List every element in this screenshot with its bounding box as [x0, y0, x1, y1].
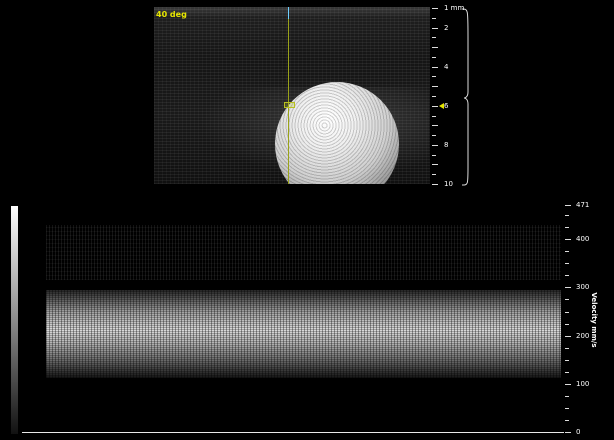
velocity-label: 200 [576, 331, 590, 340]
depth-tick [432, 37, 436, 39]
velocity-tick [565, 432, 571, 433]
depth-tick [432, 96, 436, 97]
depth-label: 1 mm [444, 4, 465, 12]
velocity-tick [565, 347, 569, 349]
velocity-label: 0 [576, 428, 581, 436]
depth-tick [432, 8, 438, 9]
velocity-tick [565, 419, 569, 421]
b-mode-image[interactable]: 40 deg [154, 7, 430, 184]
angle-label: 40 deg [156, 10, 187, 19]
spectrum-flow-band [46, 290, 561, 378]
depth-tick [432, 164, 438, 166]
velocity-tick [565, 335, 571, 337]
velocity-scale: 471 400 300 200 100 0 Velocity mm/s [565, 200, 614, 440]
velocity-tick [565, 239, 571, 241]
depth-tick [432, 86, 438, 88]
velocity-label: 100 [576, 379, 590, 388]
depth-tick [432, 17, 436, 19]
depth-tick [432, 56, 436, 58]
depth-tick [432, 47, 438, 49]
doppler-cursor-top [288, 7, 289, 19]
depth-tick [432, 27, 438, 29]
velocity-tick [565, 323, 569, 325]
depth-label: 2 [444, 23, 449, 32]
velocity-tick [565, 371, 569, 373]
velocity-tick [565, 215, 569, 217]
depth-label: 4 [444, 62, 449, 71]
spectrum-noise-band [46, 225, 561, 280]
velocity-tick [565, 275, 569, 277]
doppler-spectrogram [44, 210, 564, 432]
gray-map-bar [11, 206, 18, 434]
velocity-axis-title: Velocity mm/s [590, 292, 598, 348]
velocity-tick [565, 359, 569, 361]
depth-marker-icon[interactable] [439, 102, 444, 109]
doppler-cursor-line[interactable] [288, 7, 289, 184]
depth-bracket [461, 8, 469, 186]
depth-tick [432, 135, 436, 137]
velocity-label: 400 [576, 235, 590, 244]
depth-tick [432, 66, 438, 68]
depth-tick [432, 144, 438, 146]
velocity-tick [565, 251, 569, 253]
depth-tick [432, 105, 438, 107]
depth-tick [432, 125, 438, 127]
sample-volume-gate[interactable] [284, 102, 295, 108]
velocity-label: 300 [576, 283, 590, 292]
velocity-label: 471 [576, 201, 590, 209]
velocity-tick [565, 205, 571, 206]
depth-tick [432, 184, 438, 185]
velocity-tick [565, 287, 571, 289]
depth-tick [432, 115, 436, 117]
depth-scale: 1 mm 2 4 6 8 10 [432, 4, 492, 189]
velocity-tick [565, 407, 569, 409]
velocity-tick [565, 299, 569, 301]
depth-tick [432, 154, 436, 156]
velocity-tick [565, 263, 569, 265]
velocity-tick [565, 311, 569, 313]
spectrum-baseline [22, 432, 564, 433]
velocity-tick [565, 227, 569, 229]
depth-label: 8 [444, 140, 449, 149]
velocity-tick [565, 383, 571, 385]
velocity-tick [565, 395, 569, 397]
depth-tick [432, 76, 436, 78]
depth-label: 6 [444, 101, 449, 110]
depth-label: 10 [444, 180, 453, 188]
depth-tick [432, 174, 436, 176]
